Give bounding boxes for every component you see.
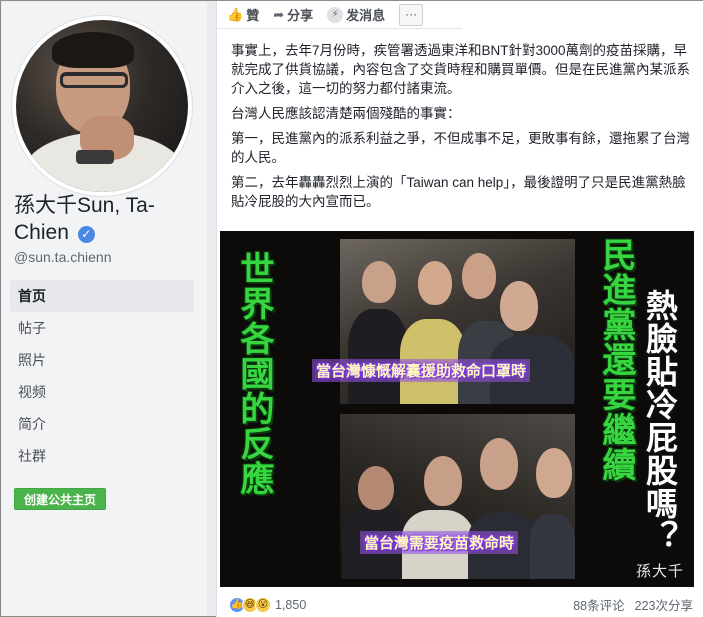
- share-count[interactable]: 223次分享: [635, 595, 693, 614]
- post-text: 事實上，去年7月份時，疾管署透過東洋和BNT針對3000萬劑的疫苗採購，早就完成…: [231, 41, 695, 217]
- meme-caption-top: 當台灣慷慨解囊援助救命口罩時: [312, 359, 531, 382]
- page-title-line1: 孫大千Sun, Ta-: [14, 194, 155, 217]
- page-nav: 首页 帖子 照片 视频 简介 社群: [10, 280, 194, 472]
- meme-signature: 孫大千: [635, 562, 684, 580]
- nav-item-videos[interactable]: 视频: [10, 376, 194, 408]
- meme-caption-bottom: 當台灣需要疫苗救命時: [360, 531, 519, 554]
- share-page-button[interactable]: ➦ 分享: [267, 4, 319, 26]
- post-paragraph: 第二，去年轟轟烈烈上演的「Taiwan can help」，最後證明了只是民進黨…: [231, 175, 686, 209]
- verified-check-icon: ✓: [77, 226, 95, 243]
- nav-item-posts[interactable]: 帖子: [10, 312, 194, 344]
- create-page-button[interactable]: 创建公共主页: [14, 488, 107, 510]
- window-frame: 孫大千Sun, Ta- Chien ✓ @sun.ta.chienn 首页 帖子…: [0, 0, 703, 617]
- post-footer: 👍 😆 😮 1,850 88条评论 223次分享: [217, 591, 703, 617]
- page-title-line2: Chien: [14, 221, 69, 244]
- share-arrow-icon: ➦: [273, 6, 285, 22]
- meme-text-middle: 民進黨還要繼續: [596, 237, 636, 482]
- share-page-label: 分享: [287, 8, 314, 23]
- messenger-icon: ⚡: [327, 6, 344, 23]
- post-image[interactable]: 世界各國的反應 民進黨還要繼續 熱臉貼冷屁股嗎？ 當台灣慷慨解囊援助救命口罩時 …: [220, 231, 694, 587]
- meme-text-left: 世界各國的反應: [234, 251, 274, 496]
- wow-reaction-icon: 😮: [255, 596, 271, 613]
- like-page-button[interactable]: 👍 贊: [221, 4, 265, 26]
- thumbs-up-icon: 👍: [227, 6, 244, 22]
- reactions-summary[interactable]: 👍 😆 😮 1,850: [229, 596, 307, 613]
- engagement-stats: 88条评论 223次分享: [573, 595, 693, 614]
- post-paragraph: 事實上，去年7月份時，疾管署透過東洋和BNT針對3000萬劑的疫苗採購，早就完成…: [231, 43, 690, 96]
- meme-text-right: 熱臉貼冷屁股嗎？: [641, 289, 679, 553]
- meme-photo-bottom: [340, 414, 575, 579]
- reaction-count: 1,850: [275, 597, 307, 612]
- more-options-button[interactable]: ···: [399, 3, 424, 26]
- profile-avatar[interactable]: [12, 16, 192, 196]
- page-actions-bar: 👍 贊 ➦ 分享 ⚡ 发消息 ···: [217, 1, 462, 29]
- post-paragraph: 台灣人民應該認清楚兩個殘酷的事實：: [231, 106, 461, 121]
- post-card: 👍 贊 ➦ 分享 ⚡ 发消息 ··· 事實上，去年7月份時，疾管署透過東洋和BN…: [216, 1, 703, 617]
- send-message-button[interactable]: ⚡ 发消息: [321, 4, 391, 26]
- page-title[interactable]: 孫大千Sun, Ta- Chien ✓: [14, 192, 204, 246]
- avatar-photo: [16, 20, 188, 192]
- page-sidebar: 孫大千Sun, Ta- Chien ✓ @sun.ta.chienn 首页 帖子…: [2, 2, 207, 616]
- nav-item-home[interactable]: 首页: [10, 280, 194, 312]
- comment-count[interactable]: 88条评论: [573, 595, 624, 614]
- like-page-label: 贊: [246, 8, 260, 23]
- post-paragraph: 第一，民進黨內的派系利益之爭，不但成事不足，更敗事有餘，還拖累了台灣的人民。: [231, 131, 690, 165]
- nav-item-community[interactable]: 社群: [10, 440, 194, 472]
- send-message-label: 发消息: [346, 8, 386, 23]
- nav-item-about[interactable]: 简介: [10, 408, 194, 440]
- page-handle[interactable]: @sun.ta.chienn: [14, 249, 112, 265]
- nav-item-photos[interactable]: 照片: [10, 344, 194, 376]
